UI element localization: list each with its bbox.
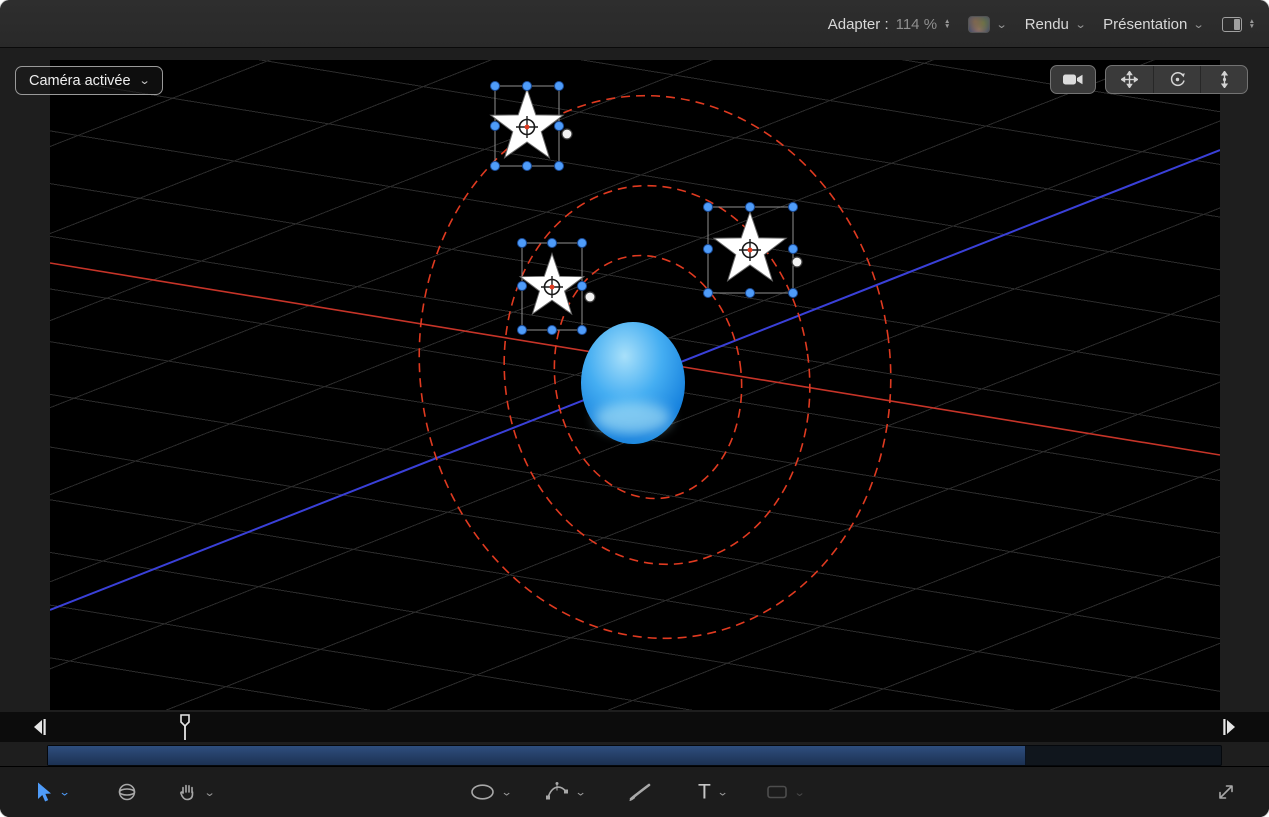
camera-view-button[interactable] [1050, 65, 1096, 94]
chevron-down-icon: ⌄ [138, 74, 150, 87]
playhead-marker[interactable] [178, 713, 192, 741]
scene-3d [50, 60, 1220, 710]
orbit-view-button[interactable] [1153, 66, 1200, 93]
chevron-down-icon[interactable]: ⌄ [575, 786, 587, 799]
text-tool[interactable]: T ⌄ [698, 782, 727, 803]
transform-3d-tool[interactable] [116, 782, 138, 802]
render-menu[interactable]: Rendu ⌄ [1025, 16, 1085, 33]
select-arrow-icon [36, 782, 53, 803]
timeline-minimap[interactable] [47, 745, 1222, 766]
dolly-view-button[interactable] [1200, 66, 1247, 93]
paint-stroke-icon [628, 782, 652, 802]
chevron-down-icon[interactable]: ⌄ [204, 786, 216, 799]
orbit-icon [1169, 71, 1186, 88]
sphere-object[interactable] [581, 322, 685, 444]
toolbar-right-cluster: Adapter : 114 % ▲ ▼ ⌄ Rendu ⌄ Présentati… [828, 0, 1255, 48]
chevron-down-icon[interactable]: ⌄ [59, 786, 71, 799]
stepper-icon[interactable]: ▲ ▼ [944, 19, 950, 30]
chevron-down-icon: ⌄ [1075, 18, 1087, 31]
ellipse-tool[interactable]: ⌄ [470, 784, 511, 801]
window-layout-icon [1222, 17, 1242, 32]
bezier-icon [545, 782, 569, 803]
chevron-down-icon: ⌄ [996, 18, 1008, 31]
chevron-down-icon[interactable]: ⌄ [501, 786, 513, 799]
pan-view-button[interactable] [1106, 66, 1153, 93]
stepper-down-icon: ▼ [944, 24, 950, 30]
camera-active-button[interactable]: Caméra activée ⌄ [15, 66, 163, 95]
chevron-down-icon: ⌄ [1193, 18, 1205, 31]
stepper-down-icon: ▼ [1249, 24, 1255, 30]
ellipse-icon [470, 784, 495, 801]
presentation-menu[interactable]: Présentation ⌄ [1103, 16, 1203, 33]
zoom-value: 114 % [896, 16, 937, 33]
star-object-1[interactable] [491, 82, 573, 171]
view-controls [1050, 65, 1248, 94]
color-swatch[interactable] [968, 16, 990, 33]
rectangle-tool-disabled: ⌄ [766, 784, 804, 800]
timeline-region[interactable] [48, 746, 1026, 765]
toolbar: ⌄ ⌄ ⌄ [0, 766, 1269, 817]
transform-3d-icon [116, 782, 138, 802]
camera-active-label: Caméra activée [29, 73, 131, 89]
in-point-marker[interactable] [33, 716, 49, 738]
motion-window: Adapter : 114 % ▲ ▼ ⌄ Rendu ⌄ Présentati… [0, 0, 1269, 817]
rotation-handle[interactable] [562, 129, 572, 139]
rotation-handle[interactable] [585, 292, 595, 302]
chevron-down-icon: ⌄ [794, 786, 806, 799]
workspace: Caméra activée ⌄ [0, 48, 1269, 817]
hand-icon [178, 782, 198, 802]
rectangle-icon [766, 784, 788, 800]
zoom-control[interactable]: Adapter : 114 % ▲ ▼ [828, 16, 951, 33]
select-tool[interactable]: ⌄ [36, 782, 69, 803]
timeline-track[interactable] [0, 712, 1269, 742]
expand-canvas-button[interactable] [1216, 782, 1236, 802]
star-object-3[interactable] [704, 203, 803, 298]
canvas-viewport[interactable] [50, 60, 1220, 710]
text-tool-icon: T [698, 782, 711, 803]
presentation-menu-label: Présentation [1103, 16, 1187, 33]
expand-icon [1216, 782, 1236, 802]
rotation-handle[interactable] [792, 257, 802, 267]
bezier-tool[interactable]: ⌄ [545, 782, 585, 803]
chevron-down-icon[interactable]: ⌄ [716, 786, 728, 799]
color-swatch-control[interactable]: ⌄ [968, 16, 1006, 33]
out-point-marker[interactable] [1220, 716, 1236, 738]
stepper-icon[interactable]: ▲ ▼ [1249, 19, 1255, 30]
paint-stroke-tool[interactable] [628, 782, 652, 802]
pan-icon [1121, 71, 1138, 88]
star-object-2[interactable] [518, 239, 596, 335]
camera-move-tools [1105, 65, 1248, 94]
dolly-icon [1216, 71, 1233, 88]
canvas-toolbar: Adapter : 114 % ▲ ▼ ⌄ Rendu ⌄ Présentati… [0, 0, 1269, 48]
pan-tool[interactable]: ⌄ [178, 782, 214, 802]
zoom-mode-label: Adapter : [828, 16, 889, 33]
render-menu-label: Rendu [1025, 16, 1069, 33]
layout-control[interactable]: ▲ ▼ [1222, 17, 1255, 32]
video-camera-icon [1062, 72, 1084, 87]
